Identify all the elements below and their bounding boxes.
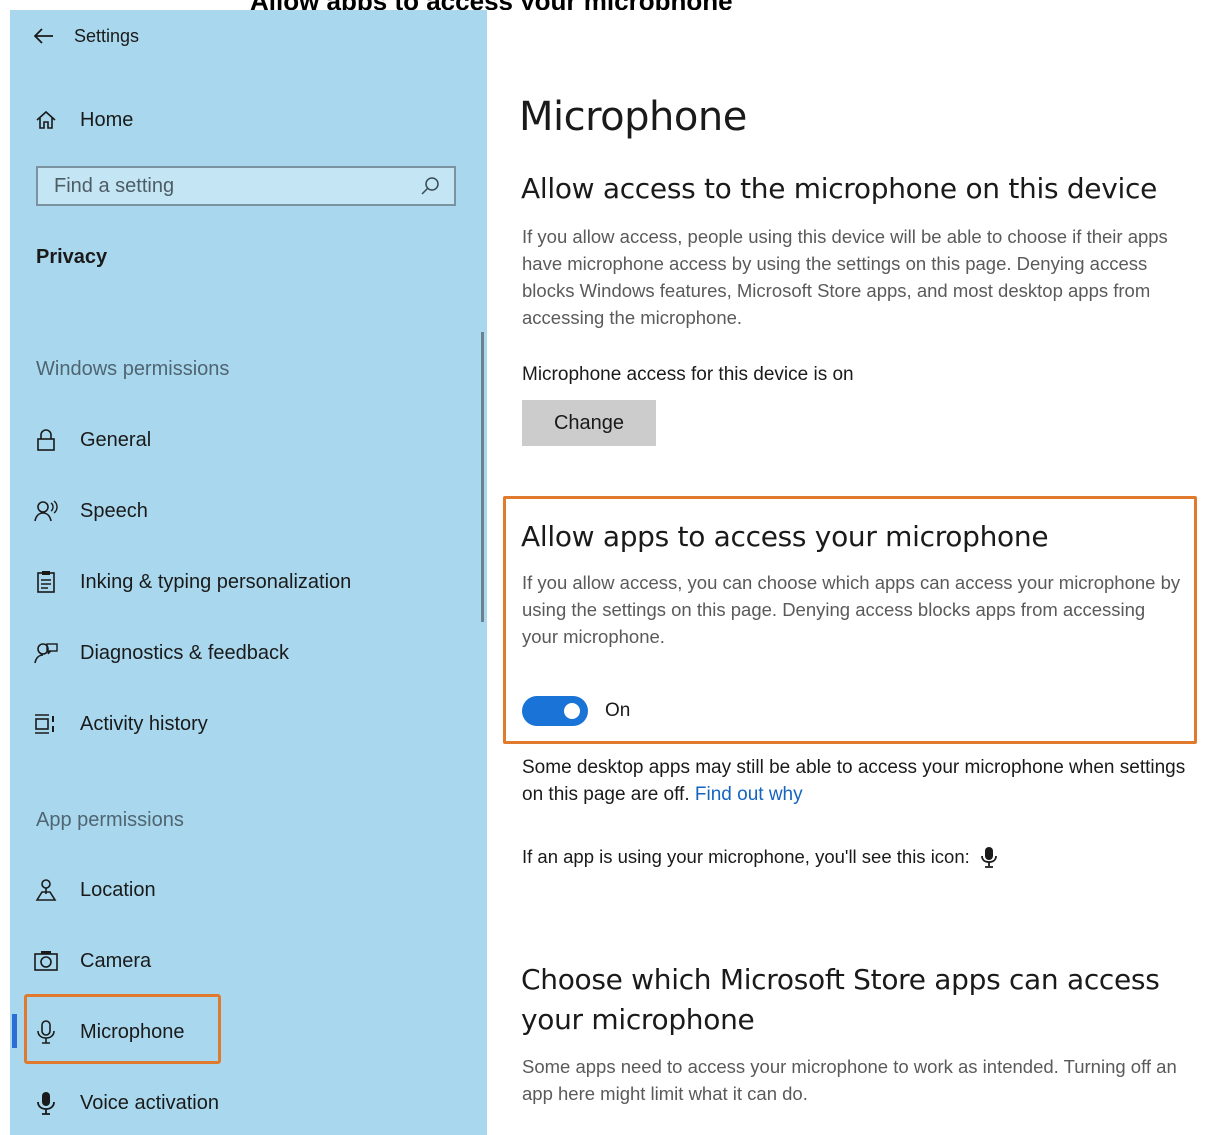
device-access-heading: Allow access to the microphone on this d… [521, 172, 1157, 205]
find-out-why-link[interactable]: Find out why [695, 784, 803, 805]
sidebar-item-label: Location [80, 878, 156, 901]
back-arrow-icon [34, 28, 53, 44]
toggle-state-label: On [605, 700, 631, 721]
sidebar-scrollbar[interactable] [481, 332, 484, 622]
store-apps-heading: Choose which Microsoft Store apps can ac… [521, 963, 1160, 1036]
main-panel: Microphone Allow access to the microphon… [487, 10, 1217, 1135]
apps-access-toggle[interactable] [522, 696, 588, 726]
icon-note: If an app is using your microphone, you'… [522, 846, 998, 868]
screenshot-frame: Allow apps to access your microphone Set… [0, 0, 1217, 1135]
sidebar-item-label: Speech [80, 499, 148, 522]
app-permissions-label: App permissions [36, 809, 184, 831]
icon-note-text: If an app is using your microphone, you'… [522, 846, 970, 867]
device-access-status: Microphone access for this device is on [522, 364, 854, 385]
sidebar: Settings Home Privacy Win [10, 10, 487, 1135]
settings-window: Settings Home Privacy Win [10, 10, 1217, 1135]
desktop-apps-note: Some desktop apps may still be able to a… [522, 754, 1192, 808]
sidebar-item-label: Diagnostics & feedback [80, 641, 290, 664]
voice-activation-icon [34, 1091, 58, 1115]
apps-access-heading: Allow apps to access your microphone [521, 520, 1049, 553]
sidebar-item-general[interactable]: General [24, 418, 151, 462]
windows-permissions-label: Windows permissions [36, 358, 230, 380]
location-icon [34, 878, 58, 902]
app-title: Settings [74, 25, 140, 46]
sidebar-item-label: Home [80, 108, 134, 131]
sidebar-item-label: Camera [80, 949, 152, 972]
sidebar-item-diagnostics[interactable]: Diagnostics & feedback [24, 631, 289, 675]
camera-icon [34, 949, 58, 973]
apps-access-description: If you allow access, you can choose whic… [522, 572, 1181, 647]
highlight-box-microphone [24, 994, 221, 1064]
sidebar-item-label: Activity history [80, 712, 208, 735]
sidebar-item-label: Voice activation [80, 1091, 219, 1114]
sidebar-item-label: General [80, 428, 152, 451]
page-title: Microphone [519, 94, 747, 140]
sidebar-item-voice-activation[interactable]: Voice activation [24, 1081, 219, 1125]
home-icon [34, 108, 58, 132]
sidebar-item-inking-typing[interactable]: Inking & typing personalization [24, 560, 351, 604]
selection-indicator [12, 1014, 17, 1048]
sidebar-item-location[interactable]: Location [24, 868, 156, 912]
toggle-knob [564, 703, 580, 719]
sidebar-item-label: Inking & typing personalization [80, 570, 352, 593]
lock-icon [34, 428, 58, 452]
cropped-heading: Allow apps to access your microphone [250, 0, 733, 10]
back-button[interactable] [18, 20, 70, 52]
sidebar-item-camera[interactable]: Camera [24, 939, 151, 983]
store-apps-description: Some apps need to access your microphone… [522, 1056, 1177, 1104]
search-icon [421, 177, 439, 195]
category-title: Privacy [36, 246, 108, 268]
title-bar: Settings [10, 20, 139, 52]
search-box[interactable] [36, 166, 456, 206]
change-button[interactable]: Change [522, 400, 656, 446]
search-input[interactable] [54, 174, 394, 198]
sidebar-item-activity-history[interactable]: Activity history [24, 702, 208, 746]
diagnostics-icon [34, 641, 58, 665]
sidebar-item-speech[interactable]: Speech [24, 489, 148, 533]
device-access-description: If you allow access, people using this d… [522, 226, 1168, 328]
microphone-in-use-icon [980, 847, 997, 868]
sidebar-item-home[interactable]: Home [24, 98, 133, 142]
desktop-apps-note-text: Some desktop apps may still be able to a… [522, 757, 1186, 805]
activity-history-icon [34, 712, 58, 736]
clipboard-icon [34, 570, 58, 594]
speech-icon [34, 499, 58, 523]
